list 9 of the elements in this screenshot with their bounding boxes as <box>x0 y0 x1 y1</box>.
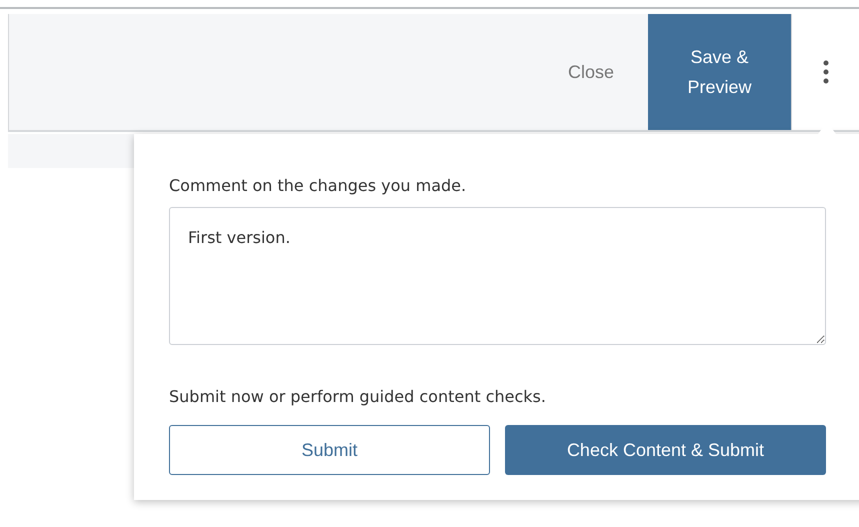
comment-label: Comment on the changes you made. <box>169 176 468 195</box>
comment-field[interactable]: First version. <box>169 207 826 345</box>
check-submit-button[interactable]: Check Content & Submit <box>505 425 826 475</box>
more-icon <box>822 60 828 84</box>
save-preview-button[interactable]: Save & Preview <box>648 14 791 130</box>
submit-hint: Submit now or perform guided content checks. <box>169 387 547 406</box>
submit-button[interactable]: Submit <box>169 425 490 475</box>
close-button[interactable]: Close <box>534 14 648 130</box>
more-button[interactable] <box>791 14 859 130</box>
